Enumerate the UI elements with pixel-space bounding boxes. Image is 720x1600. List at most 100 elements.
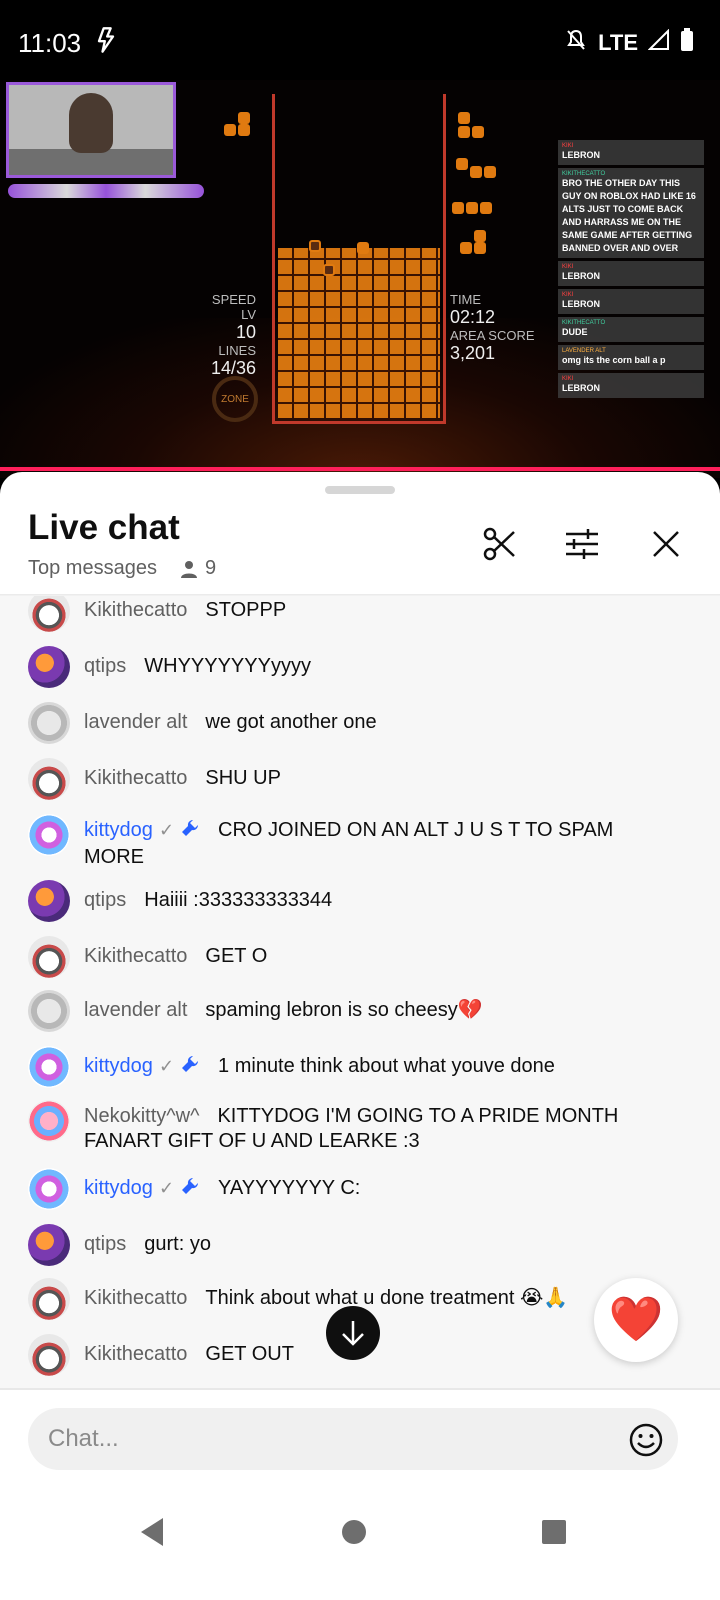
author-name[interactable]: lavender alt [84, 999, 187, 1021]
overlay-message: KIKI LEBRON [558, 373, 704, 398]
avatar[interactable] [28, 596, 70, 632]
moderator-wrench-icon [180, 818, 200, 845]
tetris-well [272, 94, 446, 424]
chat-message[interactable]: kittydog ✓ 1 minute think about what youve… [0, 1046, 720, 1090]
author-name[interactable]: lavender alt [84, 711, 187, 733]
verified-icon: ✓ [158, 1178, 175, 1198]
stream-chat-overlay: KIKI LEBRON KIKITHECATTO BRO THE OTHER D… [558, 140, 704, 401]
message-text: gurt: yo [144, 1233, 211, 1255]
overlay-message: KIKITHECATTO DUDE [558, 317, 704, 342]
chat-message[interactable]: Kikithecatto GET O [0, 936, 720, 980]
author-name[interactable]: kittydog [84, 1055, 153, 1077]
chat-mode-selector[interactable]: Top messages 9 [28, 557, 216, 580]
tune-icon [566, 529, 598, 559]
chat-message[interactable]: qtips gurt: yo [0, 1224, 720, 1268]
verified-icon: ✓ [158, 820, 175, 840]
message-text: Think about what u done treatment 😭🙏 [205, 1287, 569, 1309]
chat-mode-label: Top messages [28, 557, 157, 579]
chat-title: Live chat [28, 508, 180, 547]
moderator-wrench-icon [180, 1176, 200, 1203]
avatar[interactable] [28, 1224, 70, 1266]
author-name[interactable]: Kikithecatto [84, 1287, 187, 1309]
streamer [69, 93, 113, 153]
home-button[interactable] [334, 1512, 374, 1552]
avatar[interactable] [28, 646, 70, 688]
avatar[interactable] [28, 1278, 70, 1320]
author-name[interactable]: Kikithecatto [84, 767, 187, 789]
video-player[interactable]: SPEED LV 10 LINES 14/36 ZONE TIME 02:12 … [0, 80, 720, 478]
author-name[interactable]: Kikithecatto [84, 945, 187, 967]
avatar[interactable] [28, 814, 70, 856]
system-navigation-bar [0, 1490, 720, 1600]
avatar[interactable] [28, 702, 70, 744]
avatar[interactable] [28, 1168, 70, 1210]
drag-handle[interactable] [325, 486, 395, 494]
network-type: LTE [598, 29, 638, 55]
avatar[interactable] [28, 1046, 70, 1088]
back-icon [141, 1518, 163, 1546]
emoji-button[interactable] [628, 1422, 664, 1458]
home-icon [342, 1520, 366, 1544]
avatar[interactable] [28, 880, 70, 922]
clip-button[interactable] [476, 520, 524, 568]
author-name[interactable]: qtips [84, 1233, 126, 1255]
chat-message[interactable]: qtips WHYYYYYYYyyyy [0, 646, 720, 690]
author-name[interactable]: Nekokitty^w^ [84, 1105, 199, 1127]
chat-message[interactable]: kittydog ✓ YAYYYYYYY C: [0, 1168, 720, 1212]
person-icon [180, 560, 197, 578]
author-name[interactable]: kittydog [84, 819, 153, 841]
chat-message[interactable]: kittydog ✓ CRO JOINED ON AN ALT J U S T TO… [0, 814, 720, 868]
chat-message[interactable]: qtips Haiiii :333333333344 [0, 880, 720, 924]
flash-icon [92, 26, 120, 59]
message-text: YAYYYYYYY C: [218, 1177, 361, 1199]
overlay-message: KIKITHECATTO BRO THE OTHER DAY THIS GUY … [558, 168, 704, 258]
emoji-icon [629, 1423, 663, 1457]
viewer-count: 9 [179, 557, 216, 580]
moderator-wrench-icon [180, 1054, 200, 1081]
filter-button[interactable] [558, 520, 606, 568]
message-text: spaming lebron is so cheesy💔 [205, 999, 483, 1021]
avatar[interactable] [28, 1334, 70, 1376]
chat-message[interactable]: lavender alt spaming lebron is so cheesy💔 [0, 990, 720, 1034]
author-name[interactable]: kittydog [84, 1177, 153, 1199]
heart-reaction-button[interactable]: ❤️ [594, 1278, 678, 1362]
message-text: 1 minute think about what youve done [218, 1055, 555, 1077]
chat-message[interactable]: Nekokitty^w^ KITTYDOG I'M GOING TO A PRID… [0, 1100, 720, 1154]
hud-speed: SPEED LV 10 LINES 14/36 [210, 292, 256, 378]
chat-message[interactable]: Kikithecatto STOPPP [0, 596, 720, 634]
avatar[interactable] [28, 1100, 70, 1142]
avatar[interactable] [28, 758, 70, 800]
mute-icon [564, 28, 588, 57]
heart-icon: ❤️ [608, 1295, 664, 1344]
back-button[interactable] [132, 1512, 172, 1552]
overlay-message: LAVENDER ALT omg its the corn ball a p [558, 345, 704, 370]
close-chat-button[interactable] [642, 520, 690, 568]
message-text: SHU UP [205, 767, 281, 789]
chat-message[interactable]: lavender alt we got another one [0, 702, 720, 746]
message-text: GET OUT [205, 1343, 294, 1365]
video-progress-bar[interactable] [0, 467, 720, 471]
author-name[interactable]: Kikithecatto [84, 599, 187, 621]
message-text: we got another one [205, 711, 377, 733]
status-time: 11:03 [18, 28, 82, 58]
scissors-icon [483, 527, 515, 561]
arrow-down-icon [342, 1321, 364, 1346]
scroll-to-bottom-button[interactable] [326, 1306, 380, 1360]
overlay-message: KIKI LEBRON [558, 289, 704, 314]
hud-time: TIME 02:12 AREA SCORE 3,201 [450, 292, 535, 363]
recents-icon [542, 1520, 566, 1544]
author-name[interactable]: qtips [84, 889, 126, 911]
author-name[interactable]: qtips [84, 655, 126, 677]
avatar[interactable] [28, 990, 70, 1032]
webcam-bar [8, 184, 204, 198]
recents-button[interactable] [534, 1512, 574, 1552]
chat-input[interactable] [28, 1408, 678, 1470]
chat-message-list[interactable]: Kikithecatto STOPPP qtips WHYYYYYYYyyyy la… [0, 596, 720, 1388]
zone-meter: ZONE [212, 376, 258, 422]
avatar[interactable] [28, 936, 70, 978]
verified-icon: ✓ [158, 1056, 175, 1076]
chat-message[interactable]: Kikithecatto SHU UP [0, 758, 720, 802]
message-text: GET O [205, 945, 268, 967]
author-name[interactable]: Kikithecatto [84, 1343, 187, 1365]
overlay-message: KIKI LEBRON [558, 261, 704, 286]
